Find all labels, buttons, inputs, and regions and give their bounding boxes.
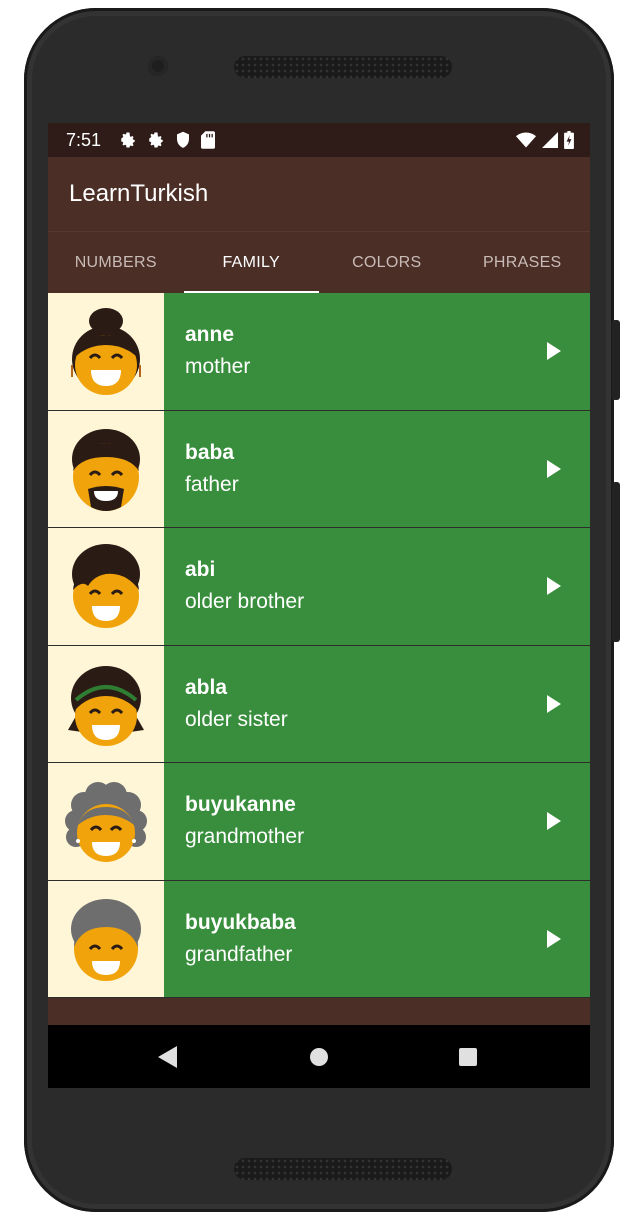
english-translation: older sister — [185, 707, 288, 731]
back-icon[interactable] — [138, 1025, 198, 1088]
grandfather-face-icon — [71, 898, 141, 981]
recents-icon[interactable] — [438, 1025, 498, 1088]
bottom-speaker — [234, 1158, 452, 1180]
sd-card-icon — [201, 131, 216, 149]
list-item-older-brother[interactable]: abi older brother — [48, 528, 590, 646]
avatar-cell — [48, 645, 164, 762]
status-time: 7:51 — [66, 129, 102, 150]
word-card: abla older sister — [164, 645, 590, 762]
navigation-bar — [48, 1025, 590, 1088]
tab-family[interactable]: FAMILY — [183, 232, 320, 294]
wifi-icon — [516, 132, 536, 148]
play-icon[interactable] — [546, 812, 562, 831]
english-translation: grandmother — [185, 825, 305, 848]
front-camera — [148, 56, 168, 76]
english-translation: older brother — [185, 590, 305, 613]
list-item-father[interactable]: baba father — [48, 410, 590, 528]
turkish-word: buyukanne — [185, 793, 296, 816]
turkish-word: buyukbaba — [185, 910, 296, 934]
app-bar: LearnTurkish — [48, 157, 590, 231]
gear-icon — [119, 131, 137, 149]
mother-face-icon — [71, 308, 141, 396]
app-title: LearnTurkish — [69, 180, 209, 207]
avatar-cell — [48, 880, 164, 997]
signal-icon — [542, 132, 558, 148]
word-card: buyukanne grandmother — [164, 763, 590, 880]
volume-button — [612, 482, 620, 642]
shield-icon — [175, 131, 191, 149]
older-sister-face-icon — [68, 665, 144, 746]
word-card: abi older brother — [164, 528, 590, 645]
status-bar: 7:51 — [48, 123, 590, 157]
battery-charging-icon — [564, 131, 574, 149]
play-icon[interactable] — [546, 929, 562, 948]
gear-icon — [147, 131, 165, 149]
turkish-word: baba — [185, 440, 235, 464]
home-icon[interactable] — [289, 1025, 349, 1088]
avatar-cell — [48, 528, 164, 645]
play-icon[interactable] — [546, 694, 562, 713]
english-translation: grandfather — [185, 942, 293, 966]
turkish-word: anne — [185, 323, 235, 346]
english-translation: father — [185, 472, 239, 496]
play-icon[interactable] — [546, 459, 562, 478]
list-item-older-sister[interactable]: abla older sister — [48, 645, 590, 763]
older-brother-face-icon — [72, 544, 140, 629]
play-icon[interactable] — [546, 577, 562, 596]
play-icon[interactable] — [546, 342, 562, 361]
list-item-grandfather[interactable]: buyukbaba grandfather — [48, 880, 590, 998]
word-card: baba father — [164, 410, 590, 527]
turkish-word: abla — [185, 675, 228, 699]
turkish-word: abi — [185, 558, 216, 581]
list-item-grandmother[interactable]: buyukanne grandmother — [48, 763, 590, 881]
screen: 7:51 LearnTurkish NUMBERS FAMILY COLORS … — [48, 123, 590, 1088]
english-translation: mother — [185, 355, 251, 378]
avatar-cell — [48, 293, 164, 410]
tab-phrases[interactable]: PHRASES — [455, 232, 591, 294]
list-item-mother[interactable]: anne mother — [48, 293, 590, 411]
avatar-cell — [48, 763, 164, 880]
word-card: anne mother — [164, 293, 590, 410]
tab-colors[interactable]: COLORS — [319, 232, 455, 294]
top-speaker — [234, 56, 452, 78]
father-face-icon — [72, 428, 140, 511]
avatar-cell — [48, 410, 164, 527]
grandmother-face-icon — [65, 782, 147, 863]
power-button — [612, 320, 620, 400]
tab-numbers[interactable]: NUMBERS — [48, 232, 184, 294]
word-list: anne mother baba father abi older brothe… — [48, 293, 590, 998]
tab-bar: NUMBERS FAMILY COLORS PHRASES — [48, 231, 590, 294]
word-card: buyukbaba grandfather — [164, 880, 590, 997]
